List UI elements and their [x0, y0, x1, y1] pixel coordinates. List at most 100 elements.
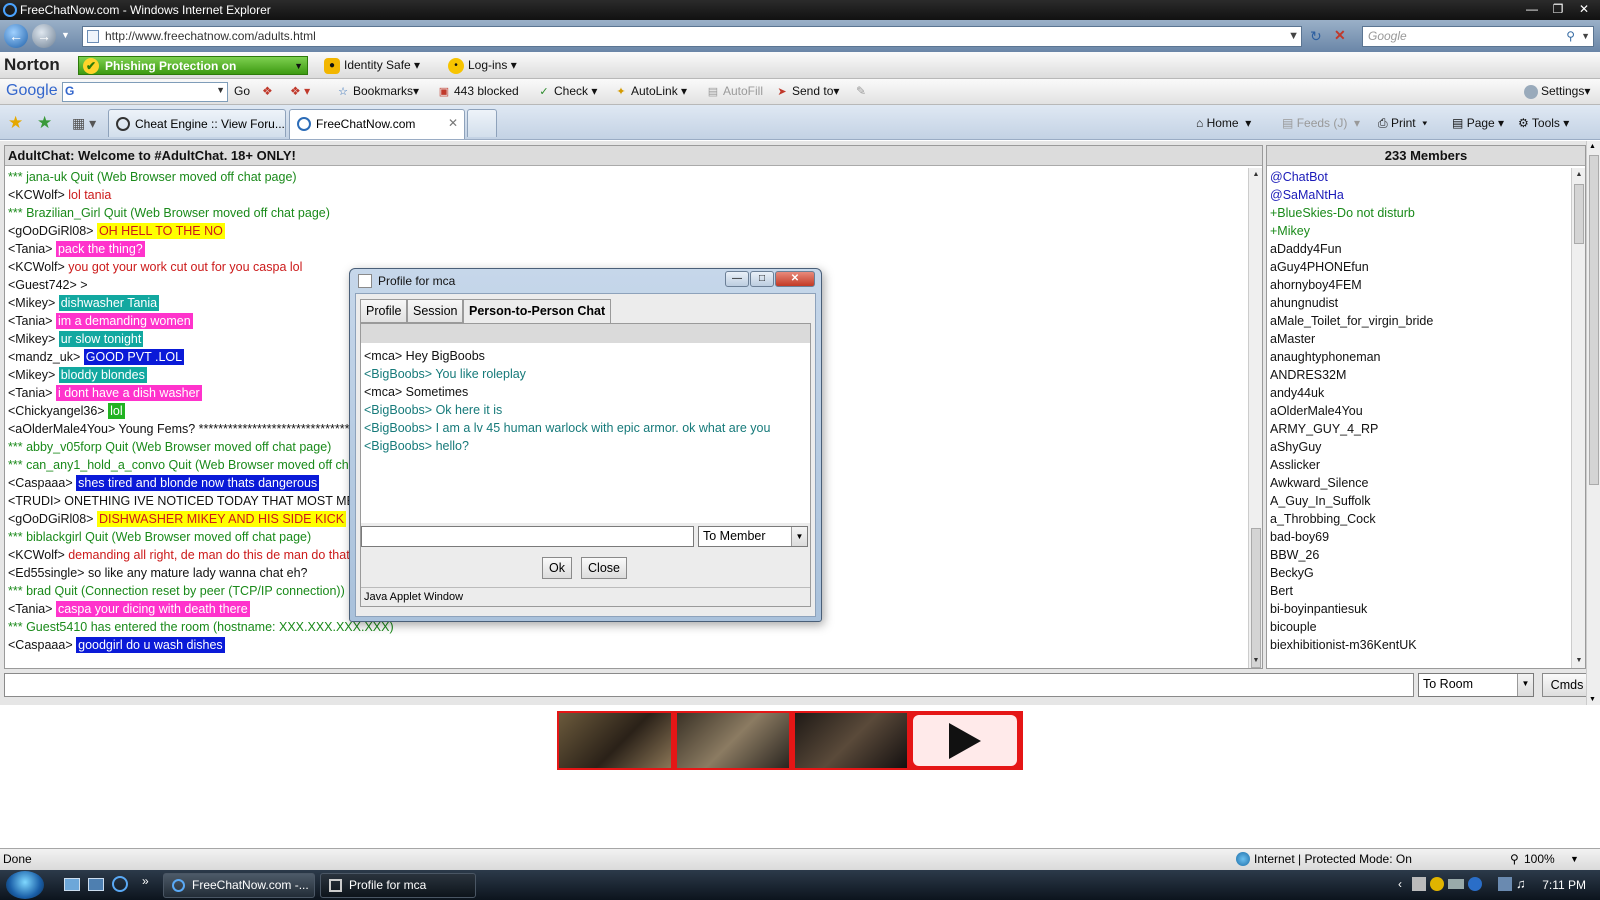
home-button[interactable]: ⌂ Home ▾	[1196, 116, 1251, 130]
member-item[interactable]: bad-boy69	[1270, 528, 1585, 546]
member-item[interactable]: BeckyG	[1270, 564, 1585, 582]
ok-button[interactable]: Ok	[542, 557, 572, 579]
chat-nick[interactable]: <Ed55single>	[8, 566, 84, 580]
chat-scrollbar[interactable]: ▲ ▼	[1248, 168, 1262, 668]
chat-nick[interactable]: <Tania>	[8, 602, 52, 616]
scroll-thumb[interactable]	[1251, 528, 1261, 668]
tab-profile[interactable]: Profile	[360, 299, 408, 323]
member-item[interactable]: A_Guy_In_Suffolk	[1270, 492, 1585, 510]
member-item[interactable]: anaughtyphoneman	[1270, 348, 1585, 366]
member-item[interactable]: aMaster	[1270, 330, 1585, 348]
search-options-icon[interactable]: ▼	[1581, 27, 1590, 46]
chat-nick[interactable]: <aOlderMale4You>	[8, 422, 115, 436]
tray-info-icon[interactable]	[1468, 877, 1482, 891]
security-zone[interactable]: Internet | Protected Mode: On	[1254, 849, 1412, 870]
tools-button[interactable]: ⚙ Tools ▾	[1518, 116, 1569, 130]
chevron-down-icon[interactable]: ▼	[216, 85, 225, 95]
volume-icon[interactable]: ♫	[1516, 876, 1526, 891]
switch-windows-icon[interactable]	[88, 878, 104, 891]
page-button[interactable]: ▤ Page ▾	[1452, 116, 1504, 130]
scroll-down-icon[interactable]: ▼	[1573, 655, 1585, 667]
quicklaunch-more-icon[interactable]: »	[142, 874, 149, 888]
scroll-up-icon[interactable]: ▲	[1573, 169, 1585, 181]
chat-nick[interactable]: <Tania>	[8, 242, 52, 256]
cmds-button[interactable]: Cmds	[1542, 673, 1592, 697]
forward-button[interactable]: →	[32, 24, 56, 48]
member-item[interactable]: biexhibitionist-m36KentUK	[1270, 636, 1585, 654]
settings-button[interactable]: Settings▾	[1524, 84, 1590, 99]
member-item[interactable]: ANDRES32M	[1270, 366, 1585, 384]
tray-norton-icon[interactable]	[1430, 877, 1444, 891]
member-item[interactable]: bi-boyinpantiesuk	[1270, 600, 1585, 618]
member-item[interactable]: @ChatBot	[1270, 168, 1585, 186]
stop-icon[interactable]: ✕	[1334, 27, 1346, 44]
quick-tabs-icon[interactable]: ▦ ▾	[72, 115, 96, 132]
to-member-select[interactable]: To Member ▼	[698, 526, 808, 547]
network-icon[interactable]	[1498, 877, 1512, 891]
page-scroll-thumb[interactable]	[1589, 155, 1599, 485]
chat-nick[interactable]: <gOoDGiRl08>	[8, 512, 93, 526]
chat-nick[interactable]: <KCWolf>	[8, 548, 65, 562]
gadgets-icon[interactable]: ❖ ▾	[290, 84, 310, 98]
member-item[interactable]: aGuy4PHONEfun	[1270, 258, 1585, 276]
chat-nick[interactable]: <Caspaaa>	[8, 476, 73, 490]
p2p-message-input[interactable]	[361, 526, 694, 547]
check-button[interactable]: ✓ Check ▾	[537, 84, 597, 99]
clock[interactable]: 7:11 PM	[1542, 878, 1586, 892]
member-item[interactable]: andy44uk	[1270, 384, 1585, 402]
close-window-button[interactable]: ✕	[1572, 0, 1596, 18]
show-desktop-icon[interactable]	[64, 878, 80, 891]
member-item[interactable]: aMale_Toilet_for_virgin_bride	[1270, 312, 1585, 330]
dialog-maximize-button[interactable]: □	[750, 271, 774, 287]
google-go-button[interactable]: Go	[234, 84, 250, 98]
tab-cheat-engine[interactable]: Cheat Engine :: View Foru...	[108, 109, 286, 137]
member-item[interactable]: aOlderMale4You	[1270, 402, 1585, 420]
target-select[interactable]: To Room ▼	[1418, 673, 1534, 697]
tray-device-icon[interactable]	[1448, 879, 1464, 889]
scroll-down-icon[interactable]: ▼	[1589, 696, 1596, 703]
video-ad-banner[interactable]	[557, 711, 1023, 770]
member-item[interactable]: +Mikey	[1270, 222, 1585, 240]
add-favorites-icon[interactable]: ★	[37, 113, 52, 133]
member-item[interactable]: Bert	[1270, 582, 1585, 600]
tab-session[interactable]: Session	[407, 299, 464, 323]
restore-button[interactable]: ❐	[1546, 0, 1570, 18]
chat-message-input[interactable]	[4, 673, 1414, 697]
identity-safe-button[interactable]: ● Identity Safe ▾	[324, 58, 420, 74]
chat-nick[interactable]: <Tania>	[8, 386, 52, 400]
dialog-minimize-button[interactable]: —	[725, 271, 749, 287]
bookmarks-button[interactable]: ☆ Bookmarks▾	[336, 84, 419, 99]
dialog-close-button[interactable]: ✕	[775, 271, 815, 287]
autofill-button[interactable]: ▤ AutoFill	[706, 84, 763, 99]
favorites-star-icon[interactable]: ★	[8, 113, 23, 133]
tray-expand-icon[interactable]: ‹	[1398, 877, 1402, 891]
chevron-down-icon[interactable]: ▼	[1570, 849, 1579, 870]
logins-button[interactable]: • Log-ins ▾	[448, 58, 517, 74]
blocked-button[interactable]: ▣ 443 blocked	[437, 84, 519, 99]
scroll-thumb[interactable]	[1574, 184, 1584, 244]
member-item[interactable]: aShyGuy	[1270, 438, 1585, 456]
member-item[interactable]: a_Throbbing_Cock	[1270, 510, 1585, 528]
refresh-icon[interactable]: ↻	[1310, 28, 1322, 45]
taskbar-profile-dialog[interactable]: Profile for mca	[320, 873, 476, 898]
close-button[interactable]: Close	[581, 557, 627, 579]
member-item[interactable]: @SaMaNtHa	[1270, 186, 1585, 204]
play-button[interactable]	[913, 715, 1017, 766]
chat-nick[interactable]: <Mikey>	[8, 368, 55, 382]
chat-nick[interactable]: <KCWolf>	[8, 188, 65, 202]
chat-nick[interactable]: <Mikey>	[8, 332, 55, 346]
scroll-down-icon[interactable]: ▼	[1250, 655, 1262, 667]
scroll-up-icon[interactable]: ▲	[1589, 143, 1596, 150]
phishing-protection-button[interactable]: ✔ Phishing Protection on ▼	[78, 56, 308, 75]
feeds-button[interactable]: ▤ Feeds (J) ▾	[1282, 116, 1360, 130]
zoom-level[interactable]: 100%	[1524, 849, 1555, 870]
member-item[interactable]: ahornyboy4FEM	[1270, 276, 1585, 294]
tab-freechatnow[interactable]: FreeChatNow.com ✕	[289, 109, 465, 139]
member-item[interactable]: bicouple	[1270, 618, 1585, 636]
member-item[interactable]: Awkward_Silence	[1270, 474, 1585, 492]
page-scrollbar[interactable]: ▲ ▼	[1586, 141, 1600, 705]
chat-nick[interactable]: <mandz_uk>	[8, 350, 80, 364]
tab-person-to-person-chat[interactable]: Person-to-Person Chat	[463, 299, 612, 325]
ie-quicklaunch-icon[interactable]	[112, 876, 128, 892]
minimize-button[interactable]: —	[1520, 0, 1544, 18]
